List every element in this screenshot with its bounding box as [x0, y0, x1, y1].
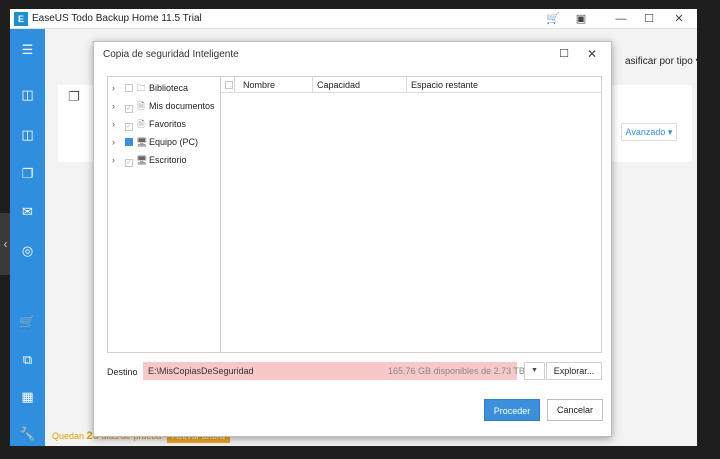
cancel-button[interactable]: Cancelar — [547, 399, 603, 421]
cart-icon[interactable]: 🛒 — [18, 312, 37, 331]
tree-item-label: Mis documentos — [149, 101, 215, 111]
chevron-left-icon: ‹ — [3, 237, 8, 251]
advanced-button[interactable]: Avanzado ▾ — [621, 123, 677, 141]
tree-item-computer[interactable]: › 🖥 Equipo (PC) — [112, 135, 198, 149]
chevron-right-icon[interactable]: › — [112, 99, 122, 113]
dialog-title: Copia de seguridad Inteligente — [103, 49, 239, 60]
minimize-button[interactable]: — — [608, 10, 634, 28]
tree-item-label: Escritorio — [149, 155, 187, 165]
disk-backup-icon[interactable]: ◫ — [18, 85, 37, 104]
chevron-right-icon[interactable]: › — [112, 117, 122, 131]
menu-icon[interactable]: ☰ — [18, 40, 37, 59]
table-header: Nombre Capacidad Espacio restante — [221, 77, 601, 93]
tree-checkbox[interactable]: ✓ — [125, 105, 133, 113]
destination-path: E:\MisCopiasDeSeguridad — [148, 366, 254, 376]
folder-icon: 🗀 — [136, 83, 146, 93]
document-icon: 🗎 — [137, 101, 145, 111]
desktop-icon: 🖥 — [136, 155, 148, 165]
destination-label: Destino — [107, 367, 138, 377]
title-bar: E EaseUS Todo Backup Home 11.5 Trial 🛒 ▣… — [10, 9, 697, 29]
desktop-background: ‹ E EaseUS Todo Backup Home 11.5 Trial 🛒… — [0, 0, 720, 459]
chevron-down-icon: ▼ — [531, 367, 538, 374]
sidebar: ☰ ◫ ◫ ❐ ✉ ◎ 🛒 ⧉ ▦ 🔧 — [10, 29, 45, 446]
dialog-close-button[interactable]: ✕ — [584, 46, 600, 62]
close-button[interactable]: ✕ — [666, 10, 692, 28]
destination-space: 165.76 GB disponibles de 2.73 TB — [388, 366, 525, 376]
sort-by-type-dropdown[interactable]: asificar por tipo ▾ — [625, 56, 697, 67]
tree-item-label: Favoritos — [149, 119, 187, 129]
header-checkbox[interactable] — [225, 81, 233, 89]
app-title: EaseUS Todo Backup Home 11.5 Trial — [32, 13, 202, 24]
system-backup-icon[interactable]: ◫ — [18, 125, 37, 144]
clone-icon[interactable]: ⧉ — [18, 350, 37, 369]
tree-checkbox[interactable]: ✓ — [125, 123, 133, 131]
computer-icon: 🖥 — [136, 137, 148, 147]
tree-item-documents[interactable]: › ✓ 🗎 Mis documentos — [112, 99, 215, 113]
items-table: Nombre Capacidad Espacio restante — [220, 76, 602, 353]
browse-button[interactable]: Explorar... — [546, 362, 602, 380]
column-free-space[interactable]: Espacio restante — [407, 77, 601, 93]
source-tree: › 🗀 Biblioteca › ✓ 🗎 Mis documentos › ✓ 🗎 Favori… — [107, 76, 220, 353]
chevron-right-icon[interactable]: › — [112, 153, 122, 167]
column-capacity[interactable]: Capacidad — [313, 77, 407, 93]
tree-item-desktop[interactable]: › ✓ 🖥 Escritorio — [112, 153, 187, 167]
column-name[interactable]: Nombre — [235, 77, 313, 93]
tree-checkbox[interactable] — [125, 84, 133, 92]
star-doc-icon: 🗎 — [137, 119, 145, 129]
destination-dropdown[interactable]: ▼ — [524, 362, 545, 380]
chevron-right-icon[interactable]: › — [112, 81, 122, 95]
tools-grid-icon[interactable]: ▦ — [18, 387, 37, 406]
mail-backup-icon[interactable]: ✉ — [18, 202, 37, 221]
restore-icon[interactable]: ▣ — [568, 10, 594, 28]
tree-item-library[interactable]: › 🗀 Biblioteca — [112, 81, 188, 95]
trial-prefix: Quedan — [52, 431, 85, 441]
tree-item-label: Equipo (PC) — [149, 137, 199, 147]
wrench-icon[interactable]: 🔧 — [18, 424, 37, 443]
chevron-right-icon[interactable]: › — [112, 135, 122, 149]
tree-checkbox[interactable] — [125, 138, 133, 146]
cart-icon[interactable]: 🛒 — [540, 10, 566, 28]
proceed-button[interactable]: Proceder — [484, 399, 540, 421]
smart-backup-icon[interactable]: ◎ — [18, 241, 37, 260]
dialog-maximize-button[interactable]: ☐ — [556, 46, 572, 62]
file-backup-icon[interactable]: ❐ — [18, 164, 37, 183]
maximize-button[interactable]: ☐ — [636, 10, 662, 28]
select-all-checkbox[interactable] — [221, 77, 235, 93]
app-logo: E — [14, 12, 28, 26]
file-backup-icon: ❐ — [68, 89, 80, 104]
destination-field[interactable]: E:\MisCopiasDeSeguridad 165.76 GB dispon… — [143, 362, 525, 380]
smart-backup-dialog: Copia de seguridad Inteligente ☐ ✕ › 🗀 Bib… — [93, 41, 612, 437]
tree-checkbox[interactable]: ✓ — [125, 159, 133, 167]
tree-item-label: Biblioteca — [149, 83, 189, 93]
tree-item-favorites[interactable]: › ✓ 🗎 Favoritos — [112, 117, 186, 131]
